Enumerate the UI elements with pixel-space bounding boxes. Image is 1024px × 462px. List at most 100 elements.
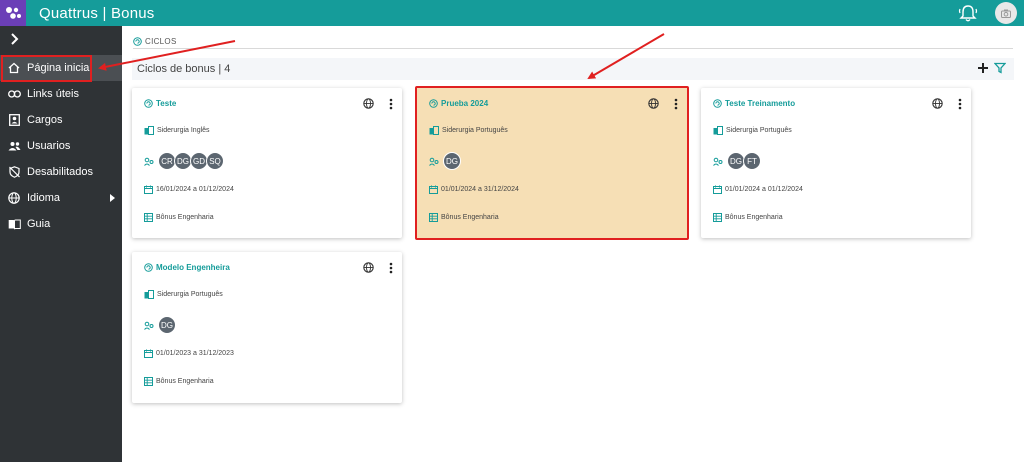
more-vertical-icon[interactable] <box>388 98 394 110</box>
globe-icon[interactable] <box>363 98 374 109</box>
card-title[interactable]: Teste Treinamento <box>713 99 795 108</box>
annotation-highlight-home <box>1 55 92 82</box>
section-header <box>132 58 1014 80</box>
card-company-text: Siderurgia Inglês <box>157 127 210 134</box>
participants-icon <box>429 157 439 166</box>
card-period: 16/01/2024 a 01/12/2024 <box>144 185 234 194</box>
spreadsheet-icon <box>144 377 153 386</box>
building-icon <box>429 126 439 135</box>
card-period: 01/01/2023 a 31/12/2023 <box>144 349 234 358</box>
calendar-icon <box>429 185 438 194</box>
filter-icon[interactable] <box>994 62 1006 74</box>
cycle-icon <box>144 263 153 272</box>
more-vertical-icon[interactable] <box>388 262 394 274</box>
participants-icon <box>713 157 723 166</box>
calendar-icon <box>713 185 722 194</box>
globe-icon[interactable] <box>648 98 659 109</box>
caret-right-icon <box>110 194 115 202</box>
card-company: Siderurgia Português <box>713 126 792 135</box>
breadcrumb: CICLOS <box>133 37 177 46</box>
building-icon <box>144 290 154 299</box>
chevron-right-icon[interactable] <box>8 32 22 46</box>
card-company-text: Siderurgia Português <box>726 127 792 134</box>
card-participants: DG FT <box>713 152 761 170</box>
sidebar-item-label: Guia <box>27 218 51 230</box>
card-bonus-text: Bônus Engenharia <box>156 378 214 385</box>
card-bonus: Bônus Engenharia <box>144 213 214 222</box>
breadcrumb-divider <box>133 48 1013 49</box>
participant-avatar[interactable]: DG <box>443 152 461 170</box>
calendar-icon <box>144 349 153 358</box>
cycle-card[interactable]: Modelo Engenheira Siderurgia Português D… <box>132 252 402 403</box>
user-avatar[interactable] <box>995 2 1017 24</box>
globe-icon[interactable] <box>363 262 374 273</box>
card-bonus-text: Bônus Engenharia <box>725 214 783 221</box>
globe-icon <box>7 191 21 205</box>
more-vertical-icon[interactable] <box>957 98 963 110</box>
sidebar-item-guia[interactable]: Guia <box>0 211 122 237</box>
card-title[interactable]: Modelo Engenheira <box>144 263 230 272</box>
card-title-text: Modelo Engenheira <box>156 263 230 272</box>
spreadsheet-icon <box>713 213 722 222</box>
card-period: 01/01/2024 a 01/12/2024 <box>713 185 803 194</box>
camera-icon <box>1001 9 1011 18</box>
card-title-text: Teste <box>156 99 177 108</box>
card-company: Siderurgia Inglês <box>144 126 210 135</box>
book-icon <box>7 217 21 231</box>
card-bonus-text: Bônus Engenharia <box>441 214 499 221</box>
add-icon[interactable] <box>977 62 989 74</box>
card-company-text: Siderurgia Português <box>157 291 223 298</box>
shield-off-icon <box>7 165 21 179</box>
sidebar-item-label: Desabilitados <box>27 166 94 178</box>
cycle-icon <box>133 37 142 46</box>
cycle-card-selected[interactable]: Prueba 2024 Siderurgia Português DG 01/0… <box>415 86 689 240</box>
bell-icon[interactable] <box>957 3 979 23</box>
sidebar-item-label: Links úteis <box>27 88 79 100</box>
card-period-text: 16/01/2024 a 01/12/2024 <box>156 186 234 193</box>
card-title-text: Prueba 2024 <box>441 99 489 108</box>
sidebar: Página inicial Links úteis Cargos Usuari… <box>0 26 122 462</box>
sidebar-item-usuarios[interactable]: Usuarios <box>0 133 122 159</box>
cycle-icon <box>713 99 722 108</box>
card-period: 01/01/2024 a 31/12/2024 <box>429 185 519 194</box>
card-title[interactable]: Prueba 2024 <box>429 99 488 108</box>
cycle-card[interactable]: Teste Treinamento Siderurgia Português D… <box>701 88 971 238</box>
sidebar-item-label: Usuarios <box>27 140 71 152</box>
participants-icon <box>144 157 154 166</box>
building-icon <box>713 126 723 135</box>
calendar-icon <box>144 185 153 194</box>
card-title[interactable]: Teste <box>144 99 176 108</box>
app-logo[interactable] <box>0 0 26 26</box>
participant-avatar[interactable]: SQ <box>206 152 224 170</box>
card-company: Siderurgia Português <box>429 126 508 135</box>
card-company: Siderurgia Português <box>144 290 223 299</box>
logo-icon <box>6 7 21 19</box>
sidebar-item-idioma[interactable]: Idioma <box>0 185 122 211</box>
sidebar-item-cargos[interactable]: Cargos <box>0 107 122 133</box>
breadcrumb-label[interactable]: CICLOS <box>145 37 177 46</box>
sidebar-item-label: Cargos <box>27 114 63 126</box>
card-participants: CR DG GD SQ <box>144 152 224 170</box>
spreadsheet-icon <box>144 213 153 222</box>
participant-avatar[interactable]: DG <box>158 316 176 334</box>
card-period-text: 01/01/2023 a 31/12/2023 <box>156 350 234 357</box>
cycle-card[interactable]: Teste Siderurgia Inglês CR DG GD SQ 16/0… <box>132 88 402 238</box>
app-title: Quattrus | Bonus <box>39 4 155 22</box>
building-icon <box>144 126 154 135</box>
users-icon <box>7 139 21 153</box>
globe-icon[interactable] <box>932 98 943 109</box>
section-title: Ciclos de bonus | 4 <box>137 63 231 75</box>
cycle-icon <box>429 99 438 108</box>
sidebar-item-links[interactable]: Links úteis <box>0 81 122 107</box>
participant-avatar[interactable]: FT <box>743 152 761 170</box>
card-period-text: 01/01/2024 a 31/12/2024 <box>441 186 519 193</box>
spreadsheet-icon <box>429 213 438 222</box>
sidebar-item-desabilitados[interactable]: Desabilitados <box>0 159 122 185</box>
more-vertical-icon[interactable] <box>673 98 679 110</box>
card-bonus: Bônus Engenharia <box>429 213 499 222</box>
top-bar: Quattrus | Bonus <box>0 0 1024 26</box>
card-participants: DG <box>144 316 176 334</box>
card-title-text: Teste Treinamento <box>725 99 796 108</box>
cycle-icon <box>144 99 153 108</box>
link-icon <box>7 87 21 101</box>
